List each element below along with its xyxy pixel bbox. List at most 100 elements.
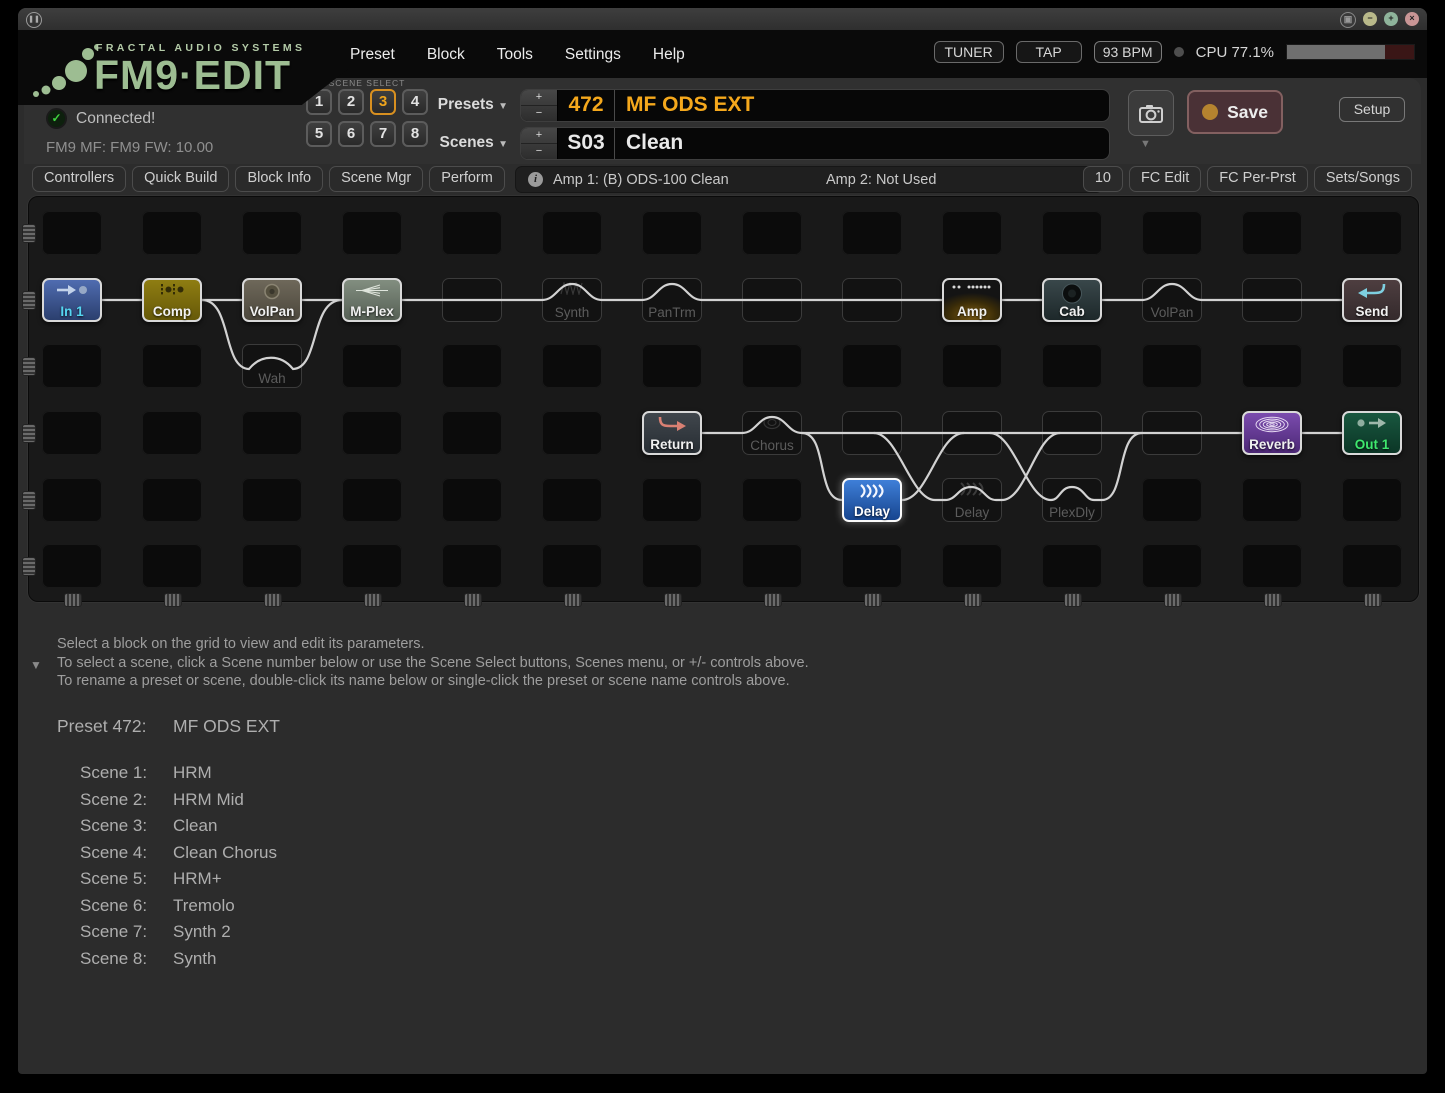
grid-cell[interactable] [642, 544, 702, 588]
preset-decrement-button[interactable]: − [521, 106, 557, 121]
grid-cell[interactable] [542, 478, 602, 522]
grid-cell[interactable] [342, 211, 402, 255]
toolbar-button-controllers[interactable]: Controllers [32, 166, 127, 192]
row-grip[interactable] [22, 357, 36, 376]
grid-cell[interactable] [1242, 478, 1302, 522]
ghost-block-chorus[interactable]: Chorus [742, 411, 802, 455]
scene-button-7[interactable]: 7 [370, 121, 396, 147]
column-grip[interactable] [64, 593, 82, 607]
scene-list-row[interactable]: Scene 5: HRM+ [80, 866, 277, 893]
scene-list-name[interactable]: HRM+ [173, 866, 222, 893]
scene-button-4[interactable]: 4 [402, 89, 428, 115]
snapshot-caret-icon[interactable]: ▼ [1140, 138, 1151, 150]
grid-cell[interactable] [142, 211, 202, 255]
preset-number[interactable]: 472 [558, 90, 615, 121]
shunt-block[interactable] [942, 411, 1002, 455]
window-shade-button[interactable]: ▣ [1340, 12, 1356, 28]
grid-cell[interactable] [142, 344, 202, 388]
column-grip[interactable] [164, 593, 182, 607]
block-return[interactable]: Return [642, 411, 702, 455]
grid-cell[interactable] [1042, 344, 1102, 388]
shunt-block[interactable] [1042, 411, 1102, 455]
grid-cell[interactable] [842, 211, 902, 255]
grid-cell[interactable] [1342, 478, 1402, 522]
save-button[interactable]: Save [1187, 90, 1283, 134]
scene-list-row[interactable]: Scene 8: Synth [80, 946, 277, 973]
menu-item-help[interactable]: Help [653, 46, 685, 64]
grid-cell[interactable] [42, 411, 102, 455]
grid-cell[interactable] [342, 411, 402, 455]
scene-list-row[interactable]: Scene 2: HRM Mid [80, 787, 277, 814]
grid-cell[interactable] [1242, 544, 1302, 588]
grid-cell[interactable] [642, 344, 702, 388]
shunt-block[interactable] [1242, 278, 1302, 322]
window-minimize-button[interactable]: − [1363, 12, 1377, 26]
column-grip[interactable] [464, 593, 482, 607]
scene-list-name[interactable]: Tremolo [173, 893, 235, 920]
menu-item-tools[interactable]: Tools [497, 46, 533, 64]
shunt-block[interactable] [742, 278, 802, 322]
block-delay[interactable]: Delay [842, 478, 902, 522]
grid-cell[interactable] [742, 544, 802, 588]
toolbar-button-quick-build[interactable]: Quick Build [132, 166, 230, 192]
grid-cell[interactable] [242, 478, 302, 522]
menu-item-block[interactable]: Block [427, 46, 465, 64]
column-grip[interactable] [1164, 593, 1182, 607]
preset-name-bar[interactable]: + − 472 MF ODS EXT [520, 89, 1110, 122]
column-grip[interactable] [264, 593, 282, 607]
column-grip[interactable] [764, 593, 782, 607]
column-grip[interactable] [364, 593, 382, 607]
grid-cell[interactable] [442, 344, 502, 388]
scene-list-name[interactable]: Clean Chorus [173, 840, 277, 867]
row-grip[interactable] [22, 557, 36, 576]
toolbar-button-scene-mgr[interactable]: Scene Mgr [329, 166, 424, 192]
grid-cell[interactable] [342, 478, 402, 522]
scene-number[interactable]: S03 [558, 128, 615, 159]
toolbar-button-10[interactable]: 10 [1082, 166, 1123, 192]
grid-cell[interactable] [1142, 211, 1202, 255]
row-grip[interactable] [22, 491, 36, 510]
grid-cell[interactable] [542, 411, 602, 455]
grid-cell[interactable] [142, 478, 202, 522]
scene-button-3[interactable]: 3 [370, 89, 396, 115]
column-grip[interactable] [964, 593, 982, 607]
grid-cell[interactable] [1042, 544, 1102, 588]
setup-button[interactable]: Setup [1339, 97, 1405, 122]
scene-button-6[interactable]: 6 [338, 121, 364, 147]
preset-heading[interactable]: Preset 472: MF ODS EXT [57, 716, 280, 737]
grid-cell[interactable] [342, 344, 402, 388]
column-grip[interactable] [1364, 593, 1382, 607]
scene-list-row[interactable]: Scene 7: Synth 2 [80, 919, 277, 946]
ghost-block-pantrm[interactable]: PanTrm [642, 278, 702, 322]
grid-cell[interactable] [942, 544, 1002, 588]
scene-list-name[interactable]: Synth [173, 946, 216, 973]
grid-cell[interactable] [1042, 211, 1102, 255]
ghost-block-synth[interactable]: Synth [542, 278, 602, 322]
shunt-block[interactable] [1142, 411, 1202, 455]
scene-list-row[interactable]: Scene 4: Clean Chorus [80, 840, 277, 867]
ghost-block-wah[interactable]: Wah [242, 344, 302, 388]
column-grip[interactable] [1264, 593, 1282, 607]
block-send[interactable]: Send [1342, 278, 1402, 322]
grid-cell[interactable] [542, 544, 602, 588]
snapshot-button[interactable] [1128, 90, 1174, 136]
column-grip[interactable] [1064, 593, 1082, 607]
ghost-block-plexdly[interactable]: PlexDly [1042, 478, 1102, 522]
grid-cell[interactable] [1142, 544, 1202, 588]
toolbar-button-fc-edit[interactable]: FC Edit [1128, 166, 1202, 192]
grid-cell[interactable] [442, 478, 502, 522]
row-grip[interactable] [22, 424, 36, 443]
grid-cell[interactable] [642, 211, 702, 255]
grid-cell[interactable] [842, 344, 902, 388]
scene-list-row[interactable]: Scene 3: Clean [80, 813, 277, 840]
block-volpan[interactable]: VolPan [242, 278, 302, 322]
scene-button-5[interactable]: 5 [306, 121, 332, 147]
grid-cell[interactable] [1142, 344, 1202, 388]
window-close-button[interactable]: × [1405, 12, 1419, 26]
scene-list-row[interactable]: Scene 1: HRM [80, 760, 277, 787]
scene-list-name[interactable]: HRM [173, 760, 212, 787]
column-grip[interactable] [664, 593, 682, 607]
grid-cell[interactable] [442, 411, 502, 455]
row-grip[interactable] [22, 291, 36, 310]
grid-cell[interactable] [1142, 478, 1202, 522]
